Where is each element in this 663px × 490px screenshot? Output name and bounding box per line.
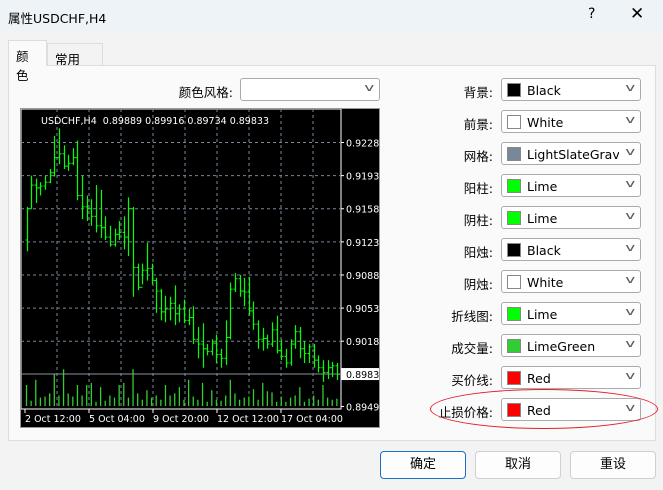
color-value: LightSlateGrav — [527, 147, 619, 162]
color-swatch-icon — [507, 147, 521, 161]
x-tick-label: 12 Oct 12:00 — [217, 414, 279, 425]
color-swatch-icon — [507, 115, 521, 129]
color-select[interactable]: Black v — [501, 78, 641, 101]
reset-button[interactable]: 重设 — [570, 451, 656, 479]
y-tick-label: 0.91230 — [346, 238, 379, 249]
color-swatch-icon — [507, 371, 521, 385]
color-select[interactable]: Lime v — [501, 174, 641, 197]
color-value: LimeGreen — [527, 339, 596, 354]
title-bar: 属性USDCHF,H4 ? ✕ — [0, 0, 663, 32]
chevron-down-icon: v — [364, 81, 375, 94]
color-swatch-icon — [507, 211, 521, 225]
color-label: 阴烛: — [463, 277, 493, 292]
chart-preview: 0.92280 0.91930 0.91580 0.91230 0.90880 0.905… — [20, 108, 380, 428]
chevron-down-icon: v — [625, 209, 636, 222]
chevron-down-icon: v — [625, 305, 636, 318]
color-swatch-icon — [507, 307, 521, 321]
color-label: 前景: — [463, 117, 493, 132]
color-label: 网格: — [463, 149, 493, 164]
chevron-down-icon: v — [625, 241, 636, 254]
color-scheme-label: 颜色风格: — [178, 85, 233, 100]
color-select[interactable]: Black v — [501, 238, 641, 261]
color-swatch-icon — [507, 179, 521, 193]
x-tick-label: 5 Oct 04:00 — [89, 414, 145, 425]
help-button[interactable]: ? — [588, 6, 595, 22]
color-select[interactable]: LightSlateGrav v — [501, 142, 641, 165]
current-price-label: 0.89833 — [346, 370, 379, 381]
y-tick-label: 0.91930 — [346, 172, 379, 183]
color-swatch-icon — [507, 83, 521, 97]
chevron-down-icon: v — [625, 177, 636, 190]
window-title: 属性USDCHF,H4 — [8, 11, 107, 26]
x-tick-label: 2 Oct 12:00 — [25, 414, 81, 425]
color-value: Red — [527, 371, 551, 386]
y-tick-label: 0.89490 — [346, 403, 379, 414]
color-swatch-icon — [507, 339, 521, 353]
color-swatch-icon — [507, 275, 521, 289]
y-tick-label: 0.91580 — [346, 205, 379, 216]
y-tick-label: 0.90880 — [346, 271, 379, 282]
color-select[interactable]: Lime v — [501, 302, 641, 325]
color-scheme-select[interactable]: v — [240, 78, 380, 101]
color-value: White — [527, 115, 564, 130]
color-swatch-icon — [507, 243, 521, 257]
close-button[interactable]: ✕ — [630, 4, 644, 24]
color-label: 买价线: — [451, 373, 493, 388]
color-label: 成交量: — [451, 341, 493, 356]
color-value: Black — [527, 83, 561, 98]
color-label: 背景: — [463, 85, 493, 100]
color-value: Lime — [527, 307, 558, 322]
tab-color[interactable]: 颜色 — [8, 40, 47, 83]
color-label: 阳烛: — [463, 245, 493, 260]
ohlc-chart: 0.92280 0.91930 0.91580 0.91230 0.90880 0.905… — [21, 109, 379, 425]
color-value: White — [527, 275, 564, 290]
chart-header: USDCHF,H4 0.89889 0.89916 0.89734 0.8983… — [41, 116, 269, 127]
chevron-down-icon: v — [625, 145, 636, 158]
chevron-down-icon: v — [625, 273, 636, 286]
color-value: Lime — [527, 179, 558, 194]
color-select[interactable]: Red v — [501, 366, 641, 389]
plot-frame — [21, 109, 342, 410]
chevron-down-icon: v — [625, 81, 636, 94]
tab-common[interactable]: 常用 — [47, 43, 103, 67]
color-label: 阴柱: — [463, 213, 493, 228]
color-label: 折线图: — [451, 309, 493, 324]
color-select[interactable]: LimeGreen v — [501, 334, 641, 357]
y-tick-label: 0.90180 — [346, 337, 379, 348]
x-tick-label: 17 Oct 04:00 — [281, 414, 343, 425]
chevron-down-icon: v — [625, 369, 636, 382]
color-value: Lime — [527, 211, 558, 226]
highlight-ellipse — [430, 389, 658, 429]
chevron-down-icon: v — [625, 113, 636, 126]
color-select[interactable]: White v — [501, 110, 641, 133]
y-tick-label: 0.90530 — [346, 304, 379, 315]
ok-button[interactable]: 确定 — [380, 451, 466, 479]
cancel-button[interactable]: 取消 — [475, 451, 561, 479]
color-select[interactable]: White v — [501, 270, 641, 293]
color-select[interactable]: Lime v — [501, 206, 641, 229]
chevron-down-icon: v — [625, 337, 636, 350]
color-value: Black — [527, 243, 561, 258]
x-tick-label: 9 Oct 20:00 — [153, 414, 209, 425]
color-label: 阳柱: — [463, 181, 493, 196]
y-tick-label: 0.92280 — [346, 139, 379, 150]
